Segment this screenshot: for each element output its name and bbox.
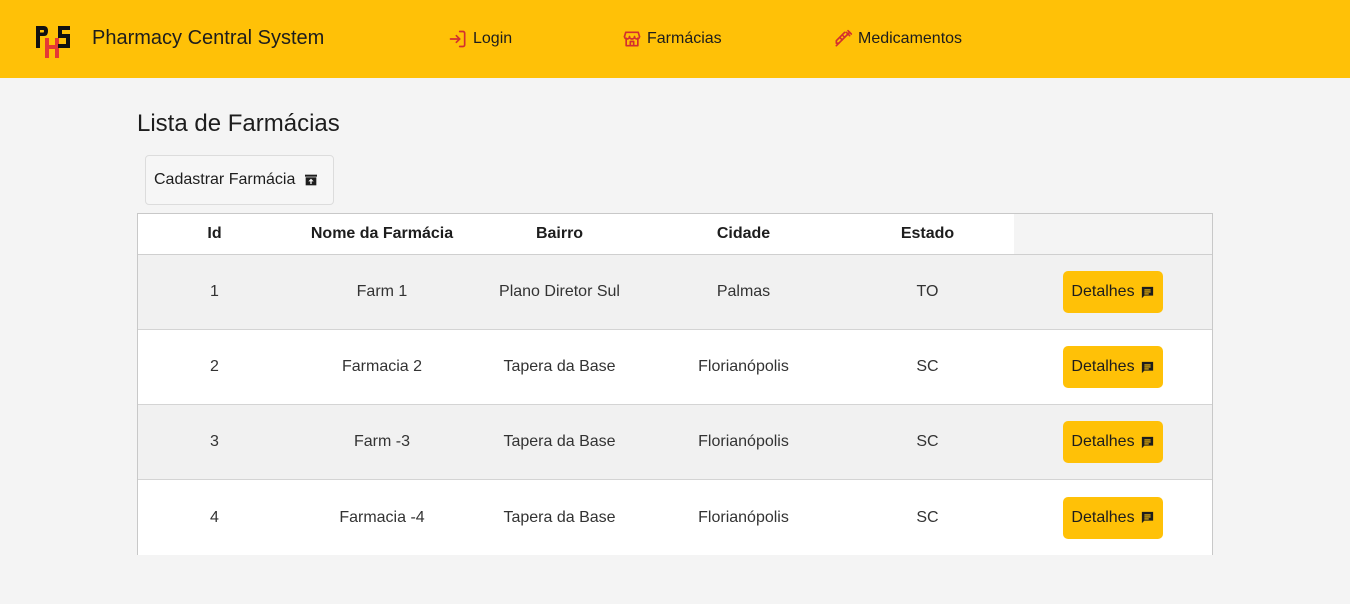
top-bar: Pharmacy Central System Login Farmácias …	[0, 0, 1350, 78]
detalhes-label: Detalhes	[1071, 283, 1135, 300]
cell-actions: Detalhes	[1014, 330, 1212, 404]
cell-cidade: Florianópolis	[698, 433, 789, 450]
detalhes-button[interactable]: Detalhes	[1063, 346, 1163, 388]
cell-id: 3	[210, 433, 219, 450]
cell-id: 4	[210, 508, 219, 526]
cadastrar-farmacia-button[interactable]: Cadastrar Farmácia	[145, 155, 334, 205]
cell-bairro: Tapera da Base	[503, 433, 616, 450]
cell-estado: SC	[916, 358, 939, 375]
cell-bairro: Tapera da Base	[503, 508, 616, 526]
detalhes-label: Detalhes	[1071, 508, 1135, 526]
column-header-nome: Nome da Farmácia	[310, 225, 454, 242]
table-row: 2 Farmacia 2 Tapera da Base Florianópoli…	[138, 330, 1212, 405]
nav-medicamentos-label: Medicamentos	[858, 30, 963, 47]
cell-actions: Detalhes	[1014, 480, 1212, 555]
page-title: Lista de Farmácias	[137, 110, 340, 137]
comment-icon	[1141, 286, 1153, 298]
column-header-bairro: Bairro	[535, 225, 584, 242]
detalhes-button[interactable]: Detalhes	[1063, 271, 1163, 313]
nav-farmacias-label: Farmácias	[647, 30, 722, 47]
cell-actions: Detalhes	[1014, 255, 1212, 329]
comment-icon	[1141, 511, 1153, 524]
cadastrar-farmacia-label: Cadastrar Farmácia	[154, 171, 296, 188]
store-icon	[623, 31, 641, 47]
detalhes-label: Detalhes	[1071, 433, 1135, 450]
cell-cidade: Florianópolis	[698, 508, 789, 526]
cell-actions: Detalhes	[1014, 405, 1212, 479]
cell-bairro: Plano Diretor Sul	[499, 283, 620, 300]
cell-estado: SC	[916, 433, 939, 450]
cell-bairro: Tapera da Base	[503, 358, 616, 375]
table-row: 4 Farmacia -4 Tapera da Base Florianópol…	[138, 480, 1212, 555]
cell-id: 1	[210, 283, 219, 300]
syringe-icon	[835, 29, 853, 47]
comment-icon	[1141, 436, 1153, 448]
cell-nome: Farm 1	[356, 283, 408, 300]
nav-login-label: Login	[473, 30, 513, 47]
cell-nome: Farmacia 2	[341, 358, 423, 375]
nav-login-link[interactable]: Login	[448, 29, 512, 49]
farmacias-table: Id Nome da Farmácia Bairro Cidade Estado…	[137, 213, 1213, 555]
cell-cidade: Florianópolis	[698, 358, 789, 375]
nav-farmacias-link[interactable]: Farmácias	[622, 29, 722, 49]
app-title: Pharmacy Central System	[92, 27, 325, 49]
table-row: 3 Farm -3 Tapera da Base Florianópolis S…	[138, 405, 1212, 480]
column-header-cidade: Cidade	[716, 225, 771, 242]
comment-icon	[1141, 361, 1153, 373]
nav-medicamentos-link[interactable]: Medicamentos	[833, 29, 962, 49]
column-header-id: Id	[207, 225, 222, 242]
cell-estado: TO	[916, 283, 939, 300]
detalhes-button[interactable]: Detalhes	[1063, 496, 1163, 539]
table-row: 1 Farm 1 Plano Diretor Sul Palmas TO Det…	[138, 255, 1212, 330]
store-add-icon	[305, 174, 318, 186]
cell-nome: Farmacia -4	[339, 508, 425, 526]
cell-estado: SC	[916, 508, 939, 526]
cell-id: 2	[210, 358, 219, 375]
cell-nome: Farm -3	[354, 433, 410, 450]
login-icon	[449, 30, 466, 48]
detalhes-button[interactable]: Detalhes	[1063, 421, 1163, 463]
cell-cidade: Palmas	[716, 283, 771, 300]
table-header-row: Id Nome da Farmácia Bairro Cidade Estado	[138, 214, 1212, 255]
app-logo[interactable]	[34, 24, 72, 60]
detalhes-label: Detalhes	[1071, 358, 1135, 375]
column-header-estado: Estado	[900, 225, 955, 242]
